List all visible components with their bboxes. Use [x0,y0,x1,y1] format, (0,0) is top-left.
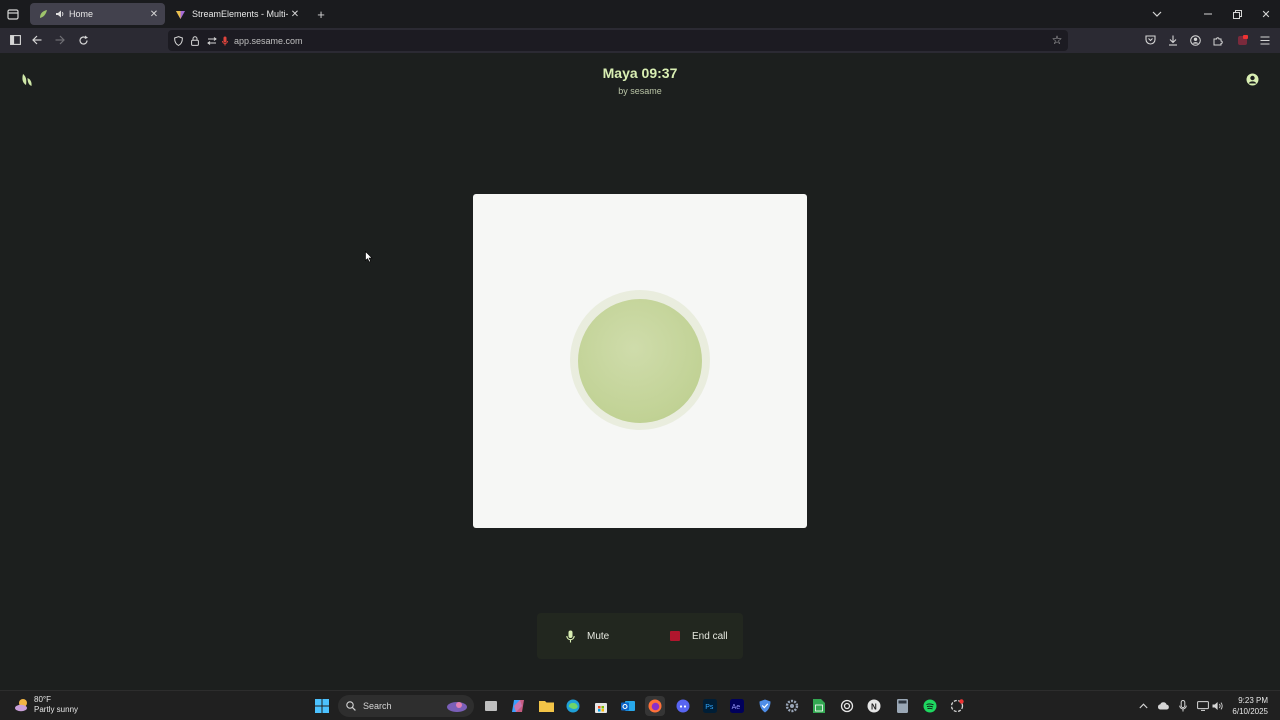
svg-text:Ps: Ps [705,704,714,711]
after-effects-icon[interactable]: Ae [727,696,747,716]
chatgpt-icon[interactable] [837,696,857,716]
menu-hamburger-icon[interactable] [1258,33,1272,47]
close-tab-icon[interactable]: ✕ [288,7,302,21]
partly-sunny-icon [14,697,30,713]
search-label: Search [363,701,392,711]
browser-nav-bar: app.sesame.com ☆ [0,28,1280,53]
voice-orb [578,299,702,423]
sidebar-toggle-icon[interactable] [8,33,22,47]
permissions-icon[interactable] [205,34,219,48]
file-explorer-icon[interactable] [536,696,556,716]
microphone-icon [563,629,577,643]
onedrive-cloud-icon[interactable] [1156,700,1170,712]
search-icon [345,700,357,712]
discord-icon[interactable] [673,696,693,716]
volume-speaker-icon[interactable] [1211,700,1225,712]
copilot-icon[interactable] [508,696,528,716]
taskbar-search[interactable]: Search [338,695,474,717]
call-controls: Mute End call [537,613,743,659]
stop-square-icon [668,629,682,643]
close-tab-icon[interactable]: ✕ [147,7,161,21]
windows-start-icon[interactable] [312,696,332,716]
lock-icon[interactable] [188,34,202,48]
svg-text:N: N [871,703,877,712]
end-call-label: End call [692,630,728,642]
end-call-button[interactable]: End call [668,613,743,659]
weather-temp: 80°F [34,695,51,704]
vpn-shield-icon[interactable] [755,696,775,716]
bookmark-star-icon[interactable]: ☆ [1050,33,1064,47]
tab-overview-icon[interactable] [6,7,20,21]
mouse-cursor-icon [365,250,373,263]
sesame-leaf-icon [37,8,49,20]
pocket-icon[interactable] [1143,33,1157,47]
clock-date: 6/10/2025 [1232,707,1268,716]
sesame-call-page: Maya 09:37 by sesame Mute End call [0,53,1280,690]
weather-widget[interactable]: 80°F Partly sunny [14,695,78,715]
sesame-logo-icon[interactable] [18,72,34,88]
tab-title: StreamElements - Multi-Stream [192,9,288,19]
tab-home[interactable]: Home ✕ [30,3,165,25]
mute-button[interactable]: Mute [563,613,668,659]
mute-label: Mute [587,630,610,642]
spreadsheet-app-icon[interactable] [809,696,829,716]
extension-badge-icon[interactable] [1235,33,1249,47]
address-bar[interactable]: app.sesame.com ☆ [168,30,1068,51]
browser-tab-strip: Home ✕ StreamElements - Multi-Stream ✕ +… [0,0,1280,28]
restore-window-icon[interactable] [1230,7,1244,21]
extensions-puzzle-icon[interactable] [1211,33,1225,47]
microphone-in-use-icon[interactable] [220,34,230,48]
url-text[interactable]: app.sesame.com [234,36,303,46]
microsoft-store-icon[interactable] [591,696,611,716]
outlook-icon[interactable] [618,696,638,716]
close-window-icon[interactable]: ✕ [1259,7,1273,21]
tab-title: Home [69,9,94,19]
weather-condition: Partly sunny [34,705,79,714]
back-arrow-icon[interactable] [30,33,44,47]
windows-taskbar: 80°F Partly sunny Search Ps Ae N 9:23 PM… [0,690,1280,720]
tray-microphone-icon[interactable] [1177,699,1189,713]
notion-icon[interactable]: N [864,696,884,716]
list-tabs-chevron-icon[interactable] [1150,7,1164,21]
tab-streamelements[interactable]: StreamElements - Multi-Stream ✕ [168,3,306,25]
speaker-icon[interactable] [55,9,65,19]
display-network-icon[interactable] [1196,700,1210,712]
tracking-shield-icon[interactable] [171,34,185,48]
edge-browser-icon[interactable] [563,696,583,716]
calculator-icon[interactable] [892,696,912,716]
downloads-icon[interactable] [1166,33,1180,47]
svg-text:Ae: Ae [732,704,741,711]
streamelements-logo-icon [174,8,186,20]
task-view-icon[interactable] [481,696,501,716]
spotify-icon[interactable] [920,696,940,716]
clock-time: 9:23 PM [1238,696,1268,705]
minimize-window-icon[interactable] [1201,7,1215,21]
voice-visualizer-card [473,194,807,528]
photoshop-icon[interactable]: Ps [700,696,720,716]
system-clock[interactable]: 9:23 PM 6/10/2025 [1232,695,1268,717]
account-icon[interactable] [1188,33,1202,47]
search-highlight-icon [446,698,468,714]
recording-app-icon[interactable] [947,696,967,716]
forward-arrow-icon[interactable] [53,33,67,47]
page-title: Maya 09:37 [602,65,678,81]
settings-gear-icon[interactable] [782,696,802,716]
reload-icon[interactable] [76,33,90,47]
tray-expand-chevron-icon[interactable] [1137,700,1149,712]
page-subtitle: by sesame [618,86,662,96]
firefox-icon[interactable] [645,696,665,716]
new-tab-icon[interactable]: + [314,7,328,22]
user-circle-icon[interactable] [1245,72,1259,86]
